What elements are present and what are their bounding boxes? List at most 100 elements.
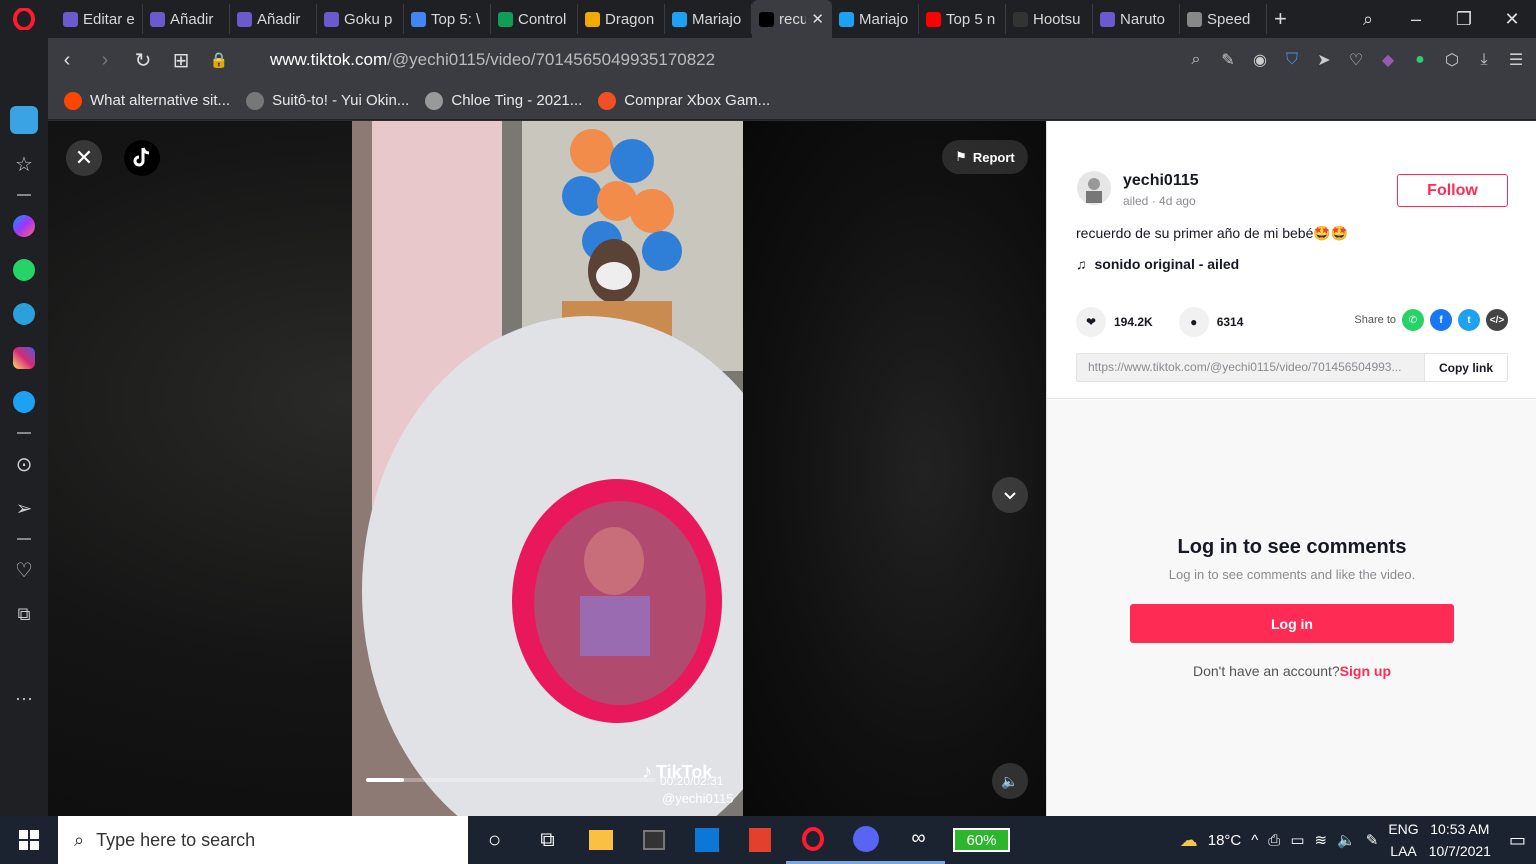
back-icon[interactable]: ‹ (48, 49, 86, 72)
opera-taskbar-icon[interactable] (786, 816, 839, 864)
download-icon[interactable]: ⤓ (1470, 46, 1498, 74)
forward-icon[interactable]: › (86, 49, 124, 72)
heart-icon[interactable]: ♡ (0, 548, 48, 592)
taskbar-search[interactable]: ⌕ Type here to search (58, 816, 468, 864)
comments-title: Log in to see comments (1177, 536, 1407, 558)
camera-icon[interactable]: ◉ (1246, 46, 1274, 74)
heart-icon[interactable]: ♡ (1342, 46, 1370, 74)
clock[interactable]: 10:53 AM 10/7/2021 (1429, 818, 1491, 862)
browser-tab[interactable]: Dragon (578, 4, 665, 34)
star-icon[interactable]: ☆ (0, 142, 48, 186)
like-icon[interactable]: ❤ (1076, 307, 1106, 337)
messenger-icon[interactable] (0, 204, 48, 248)
browser-tab[interactable]: Control (491, 4, 578, 34)
facebook-share-icon[interactable]: f (1430, 309, 1452, 331)
bookmark-favicon-icon (598, 91, 617, 110)
bookmark-item[interactable]: Suitô-to! - Yui Okin... (246, 91, 409, 110)
bookmark-item[interactable]: Comprar Xbox Gam... (598, 91, 770, 110)
easy-setup-icon[interactable]: ☰ (1502, 46, 1530, 74)
twitter-share-icon[interactable]: t (1458, 309, 1480, 331)
url-field[interactable]: www.tiktok.com/@yechi0115/video/70145650… (270, 50, 715, 70)
language-indicator[interactable]: ENG LAA (1388, 818, 1418, 862)
battery-icon[interactable]: ▭ (1290, 831, 1304, 849)
send-icon[interactable]: ➢ (0, 486, 48, 530)
bookmark-item[interactable]: What alternative sit... (64, 91, 230, 110)
music-link[interactable]: ♫ sonido original - ailed (1076, 256, 1239, 272)
opera-menu-icon[interactable] (0, 0, 48, 38)
outlook-icon[interactable] (680, 816, 733, 864)
username[interactable]: yechi0115 (1123, 172, 1199, 190)
video-progress-bar[interactable] (366, 778, 656, 782)
signup-link[interactable]: Sign up (1340, 663, 1391, 679)
twitter-icon[interactable] (0, 380, 48, 424)
volume-button[interactable]: 🔈 (992, 763, 1028, 799)
store-icon[interactable] (627, 816, 680, 864)
video-frame[interactable] (352, 121, 743, 816)
volume-icon[interactable]: 🔈 (1337, 831, 1356, 849)
login-button[interactable]: Log in (1130, 604, 1454, 643)
meet-icon[interactable]: ⎙ (1268, 832, 1280, 849)
wifi-icon[interactable]: ≋ (1315, 831, 1328, 849)
tab-search-icon[interactable]: ⌕ (1344, 9, 1392, 30)
signup-prefix: Don't have an account? (1193, 663, 1340, 679)
bookmark-item[interactable]: Chloe Ting - 2021... (425, 91, 582, 110)
app-icon[interactable]: ∞ (892, 816, 945, 864)
close-video-button[interactable]: ✕ (66, 140, 102, 176)
telegram-icon[interactable] (0, 292, 48, 336)
task-view-icon[interactable]: ⧉ (521, 816, 574, 864)
browser-tab[interactable]: recu ✕ (752, 0, 832, 38)
next-video-button[interactable] (992, 477, 1028, 513)
report-button[interactable]: ⚑ Report (942, 140, 1028, 174)
player-icon[interactable]: ⊙ (0, 442, 48, 486)
minimize-icon[interactable]: – (1392, 9, 1440, 30)
instagram-icon[interactable] (0, 336, 48, 380)
browser-tab[interactable]: Top 5: \ (404, 4, 491, 34)
browser-tab[interactable]: Hootsu (1006, 4, 1093, 34)
avatar[interactable] (1077, 171, 1111, 205)
search-page-icon[interactable]: ⌕ (1182, 46, 1210, 74)
discord-icon[interactable] (839, 816, 892, 864)
box-icon[interactable]: ⬡ (1438, 46, 1466, 74)
windows-start-icon[interactable] (0, 816, 58, 864)
whatsapp-icon[interactable] (0, 248, 48, 292)
cube-icon[interactable]: ◆ (1374, 46, 1402, 74)
new-tab-icon[interactable]: + (1267, 4, 1301, 34)
pen-icon[interactable]: ✎ (1366, 831, 1379, 849)
extension-icon[interactable]: ● (1406, 46, 1434, 74)
browser-tab[interactable]: Editar e (56, 4, 143, 34)
close-tab-icon[interactable]: ✕ (811, 10, 824, 28)
browser-tab[interactable]: Mariajo (832, 4, 919, 34)
browser-tab[interactable]: Goku p (317, 4, 404, 34)
file-explorer-icon[interactable] (574, 816, 627, 864)
weather-icon[interactable]: ☁ (1180, 830, 1198, 851)
close-window-icon[interactable]: ✕ (1488, 9, 1536, 30)
reload-icon[interactable]: ↻ (124, 48, 162, 73)
home-icon[interactable] (0, 98, 48, 142)
office-icon[interactable] (733, 816, 786, 864)
embed-share-icon[interactable]: </> (1486, 309, 1508, 331)
video-link[interactable]: https://www.tiktok.com/@yechi0115/video/… (1077, 354, 1424, 381)
notifications-icon[interactable]: ▭ (1509, 830, 1526, 851)
speed-dial-icon[interactable]: ⊞ (162, 48, 200, 73)
browser-tab[interactable]: Top 5 n (919, 4, 1006, 34)
restore-icon[interactable]: ❐ (1440, 9, 1488, 30)
comment-icon[interactable]: ● (1178, 307, 1209, 337)
whatsapp-share-icon[interactable]: ✆ (1402, 309, 1424, 331)
send-icon[interactable]: ➤ (1310, 46, 1338, 74)
weather-temp[interactable]: 18°C (1208, 832, 1242, 849)
battery-indicator[interactable]: 60% (953, 828, 1010, 852)
edit-icon[interactable]: ✎ (1214, 46, 1242, 74)
browser-tab[interactable]: Añadir (230, 4, 317, 34)
tiktok-logo-icon[interactable] (124, 140, 160, 176)
browser-tab[interactable]: Naruto (1093, 4, 1180, 34)
cortana-icon[interactable]: ○ (468, 816, 521, 864)
copy-link-button[interactable]: Copy link (1424, 354, 1507, 381)
follow-button[interactable]: Follow (1397, 174, 1508, 207)
history-icon[interactable]: ⧉ (0, 592, 48, 636)
chevron-up-icon[interactable]: ^ (1251, 832, 1258, 849)
browser-tab[interactable]: Speed (1180, 4, 1267, 34)
shield-icon[interactable]: ⛉ (1278, 46, 1306, 74)
browser-tab[interactable]: Añadir (143, 4, 230, 34)
browser-tab[interactable]: Mariajo (665, 4, 752, 34)
more-icon[interactable]: ··· (0, 676, 48, 720)
